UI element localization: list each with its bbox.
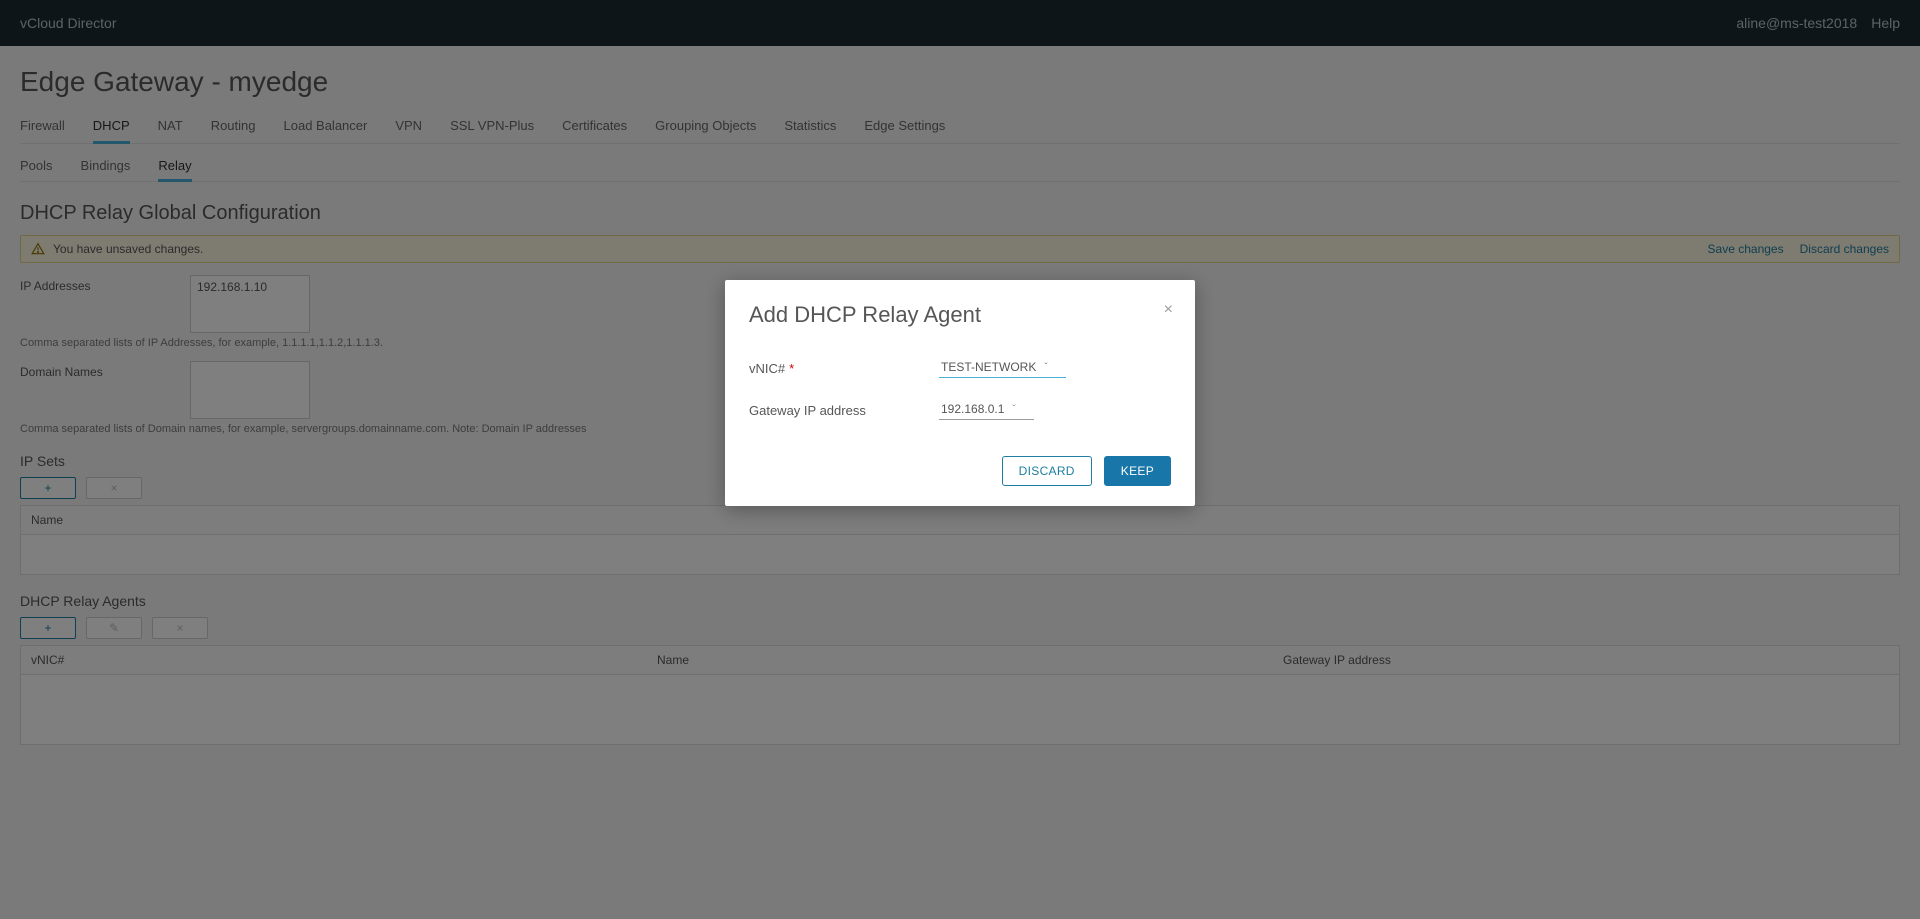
vnic-select[interactable]: TEST-NETWORK ˇ	[939, 358, 1066, 378]
vnic-value: TEST-NETWORK	[941, 360, 1036, 374]
discard-button[interactable]: DISCARD	[1002, 456, 1092, 486]
gateway-value: 192.168.0.1	[941, 402, 1004, 416]
modal-title: Add DHCP Relay Agent	[749, 302, 1171, 328]
close-icon: ×	[1164, 301, 1173, 318]
vnic-label: vNIC#*	[749, 361, 939, 376]
gateway-select[interactable]: 192.168.0.1 ˇ	[939, 400, 1034, 420]
chevron-down-icon: ˇ	[1044, 362, 1047, 373]
modal-close-button[interactable]: ×	[1164, 302, 1173, 318]
keep-button[interactable]: KEEP	[1104, 456, 1171, 486]
add-dhcp-relay-agent-modal: Add DHCP Relay Agent × vNIC#* TEST-NETWO…	[725, 280, 1195, 506]
gateway-label: Gateway IP address	[749, 403, 939, 418]
chevron-down-icon: ˇ	[1012, 404, 1015, 415]
